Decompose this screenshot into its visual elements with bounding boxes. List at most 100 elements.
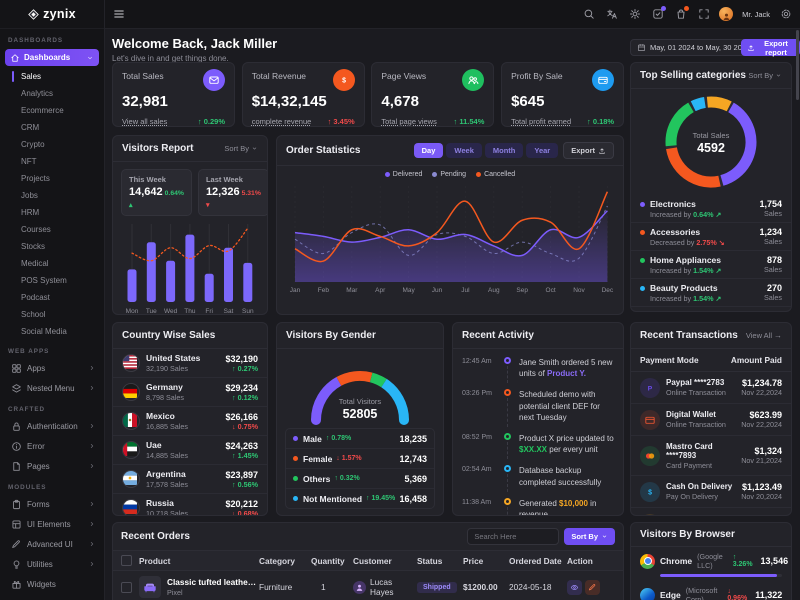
sidebar-item-hrm[interactable]: HRM [0, 204, 104, 221]
top-selling-sort-button[interactable]: Sort By [748, 71, 782, 80]
activity-item[interactable]: 02:54 AmDatabase backup completed succes… [453, 459, 623, 491]
sidebar-item-nested-menu[interactable]: Nested Menu [0, 378, 104, 398]
export-report-button[interactable]: Export report [741, 39, 800, 56]
brand-logo[interactable]: zynix [0, 0, 104, 29]
tasks-button[interactable] [651, 8, 664, 21]
sidebar-item-jobs[interactable]: Jobs [0, 187, 104, 204]
sidebar-item-crm[interactable]: CRM [0, 119, 104, 136]
visitors-report-sort-button[interactable]: Sort By [224, 144, 258, 153]
sidebar-item-ecommerce[interactable]: Ecommerce [0, 102, 104, 119]
country-row[interactable]: Russia10,718 Sales$20,212↓ 0.68% [113, 494, 267, 516]
sidebar-item-social-media[interactable]: Social Media [0, 323, 104, 340]
category-donut-chart[interactable]: Total Sales4592 [631, 89, 791, 195]
sidebar-item-projects[interactable]: Projects [0, 170, 104, 187]
cart-button[interactable] [674, 8, 687, 21]
country-row[interactable]: United States32,190 Sales$32,190↑ 0.27% [113, 349, 267, 378]
sidebar-item-sales[interactable]: Sales [0, 68, 104, 85]
order-row[interactable]: Classic tufted leather sofaPixelFurnitur… [113, 571, 623, 600]
sidebar-item-ui-elements[interactable]: UI Elements [0, 514, 104, 534]
sidebar-item-utilities[interactable]: Utilities [0, 554, 104, 574]
activity-item[interactable]: 12:45 AmJane Smith ordered 5 new units o… [453, 351, 623, 383]
country-row[interactable]: Germany8,798 Sales$29,234↑ 0.12% [113, 378, 267, 407]
sidebar-item-forms[interactable]: Forms [0, 494, 104, 514]
user-avatar[interactable] [719, 7, 733, 21]
last-week-card[interactable]: Last Week12,3265.31% ▾ [198, 169, 268, 216]
transaction-row[interactable]: Mastro Card ****7893Card Payment$1,324No… [631, 436, 791, 476]
activity-dot [504, 465, 511, 472]
gender-row[interactable]: Others↑ 0.32%5,369 [286, 469, 434, 489]
transaction-row[interactable]: PPaypal ****2783Online Transaction$1,234… [631, 372, 791, 404]
order-stats-line-chart[interactable]: JanFebMarAprMayJunJulAugSepOctNovDec [277, 178, 623, 296]
sidebar-item-school[interactable]: School [0, 306, 104, 323]
user-name[interactable]: Mr. Jack [742, 10, 770, 19]
gender-row[interactable]: Female↓ 1.57%12,743 [286, 449, 434, 469]
kpi-link[interactable]: complete revenue [252, 117, 312, 126]
transactions-view-all-link[interactable]: View All→ [746, 331, 782, 340]
top-selling-row[interactable]: ElectronicsIncreased by 0.64% ↗1,754Sale… [631, 195, 791, 223]
scrollbar[interactable] [796, 30, 799, 100]
activity-timeline [503, 357, 512, 383]
tab-day[interactable]: Day [414, 143, 444, 158]
top-selling-row[interactable]: FurnitureDecreased by 0.12% ↘456Sales [631, 307, 791, 312]
transaction-row[interactable]: VISAVisa Card ****2563Card Payment$1,289… [631, 508, 791, 516]
sidebar-item-nft[interactable]: NFT [0, 153, 104, 170]
edit-order-button[interactable] [585, 580, 600, 595]
activity-item[interactable]: 03:26 PmScheduled demo with potential cl… [453, 383, 623, 427]
search-button[interactable] [582, 8, 595, 21]
kpi-value: $645 [511, 93, 614, 110]
sidebar-item-podcast[interactable]: Podcast [0, 289, 104, 306]
country-sales-panel: Country Wise Sales United States32,190 S… [112, 322, 268, 516]
category-name: Furniture [650, 311, 764, 313]
theme-button[interactable] [628, 8, 641, 21]
country-row[interactable]: Argentina17,578 Sales$23,897↑ 0.56% [113, 465, 267, 494]
gender-gauge-chart[interactable]: Total Visitors52805 [277, 352, 443, 424]
transaction-row[interactable]: $Cash On DeliveryPay On Delivery$1,123.4… [631, 476, 791, 508]
sidebar-item-pos-system[interactable]: POS System [0, 272, 104, 289]
browser-row[interactable]: Chrome(Google LLC)↑ 3.26%13,546 [631, 547, 791, 581]
country-row[interactable]: Uae14,885 Sales$24,263↑ 1.45% [113, 436, 267, 465]
gender-row[interactable]: Not Mentioned↑ 19.45%16,458 [286, 489, 434, 508]
order-stats-export-button[interactable]: Export [563, 142, 614, 159]
top-selling-row[interactable]: Home AppliancesIncreased by 1.54% ↗878Sa… [631, 251, 791, 279]
activity-item[interactable]: 11:38 AmGenerated $10,000 in revenue [453, 492, 623, 516]
sidebar-item-crypto[interactable]: Crypto [0, 136, 104, 153]
tab-week[interactable]: Week [446, 143, 481, 158]
sidebar-item-medical[interactable]: Medical [0, 255, 104, 272]
kpi-link[interactable]: Total profit earned [511, 117, 571, 126]
activity-dot [504, 498, 511, 505]
tab-month[interactable]: Month [485, 143, 524, 158]
orders-sort-button[interactable]: Sort By [564, 528, 615, 545]
sidebar-item-authentication[interactable]: Authentication [0, 416, 104, 436]
tab-year[interactable]: Year [526, 143, 558, 158]
sidebar-item-courses[interactable]: Courses [0, 221, 104, 238]
sidebar-item-stocks[interactable]: Stocks [0, 238, 104, 255]
kpi-link[interactable]: View all sales [122, 117, 167, 126]
settings-gear-icon[interactable] [779, 8, 792, 21]
country-row[interactable]: Mexico16,885 Sales$26,166↓ 0.75% [113, 407, 267, 436]
sidebar-item-analytics[interactable]: Analytics [0, 85, 104, 102]
visitors-bar-chart[interactable]: MonTueWedThuFriSatSun [113, 218, 267, 315]
hamburger-menu-icon[interactable] [112, 8, 125, 21]
sidebar-item-dashboards[interactable]: Dashboards [5, 49, 99, 66]
kpi-link[interactable]: Total page views [381, 117, 436, 126]
gender-row[interactable]: Male↑ 0.78%18,235 [286, 429, 434, 449]
view-order-button[interactable] [567, 580, 582, 595]
transaction-row[interactable]: Digital WalletOnline Transaction$623.99N… [631, 404, 791, 436]
top-selling-row[interactable]: Beauty ProductsIncreased by 1.54% ↗270Sa… [631, 279, 791, 307]
browser-row[interactable]: Edge(Microsoft Corp)↓ 0.96%11,322 [631, 581, 791, 600]
date-range-picker[interactable]: May, 01 2024 to May, 30 2024 [630, 39, 757, 56]
fullscreen-button[interactable] [697, 8, 710, 21]
activity-item[interactable]: 08:52 PmProduct X price updated to $XX.X… [453, 427, 623, 459]
top-selling-row[interactable]: AccessoriesDecreased by 2.75% ↘1,234Sale… [631, 223, 791, 251]
select-all-checkbox[interactable] [121, 555, 132, 566]
sidebar-item-widgets[interactable]: Widgets [0, 574, 104, 594]
orders-search-input[interactable] [467, 528, 559, 545]
sidebar-item-advanced-ui[interactable]: Advanced UI [0, 534, 104, 554]
sidebar-item-pages[interactable]: Pages [0, 456, 104, 476]
language-button[interactable] [605, 8, 618, 21]
this-week-card[interactable]: This Week14,6420.64% ▴ [121, 169, 192, 216]
sidebar-item-error[interactable]: Error [0, 436, 104, 456]
sidebar-item-apps[interactable]: Apps [0, 358, 104, 378]
row-checkbox[interactable] [121, 582, 132, 593]
brand-name: zynix [43, 7, 76, 21]
